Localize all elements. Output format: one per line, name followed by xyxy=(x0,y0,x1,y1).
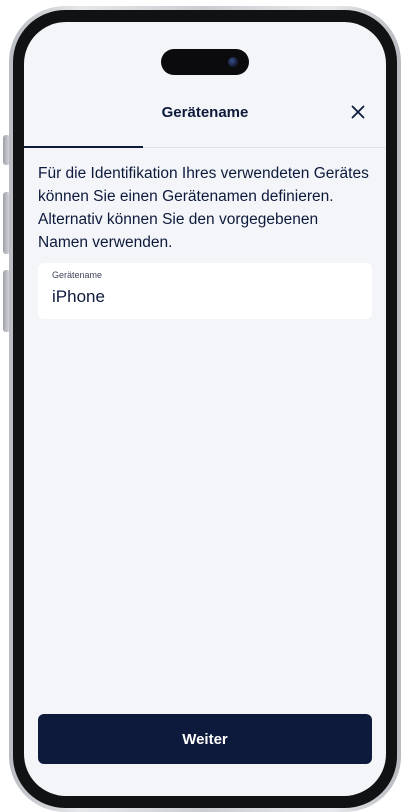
intro-text: Für die Identifikation Ihres verwendeten… xyxy=(38,165,369,251)
camera-icon xyxy=(228,57,238,67)
device-name-input[interactable] xyxy=(52,287,358,307)
close-button[interactable] xyxy=(344,98,372,126)
device-name-field[interactable]: Gerätename xyxy=(38,263,372,319)
progress-track xyxy=(24,146,386,148)
page-title: Gerätename xyxy=(161,104,249,121)
app-screen: Gerätename Für die Identifikation Ihres … xyxy=(24,22,386,796)
progress-bar xyxy=(24,146,144,148)
continue-button[interactable]: Weiter xyxy=(38,714,372,764)
phone-bezel: Gerätename Für die Identifikation Ihres … xyxy=(13,10,397,808)
nav-header: Gerätename xyxy=(24,92,386,136)
device-name-label: Gerätename xyxy=(52,270,103,280)
phone-frame: Gerätename Für die Identifikation Ihres … xyxy=(9,6,401,812)
dynamic-island xyxy=(161,49,249,75)
close-icon xyxy=(351,105,365,119)
